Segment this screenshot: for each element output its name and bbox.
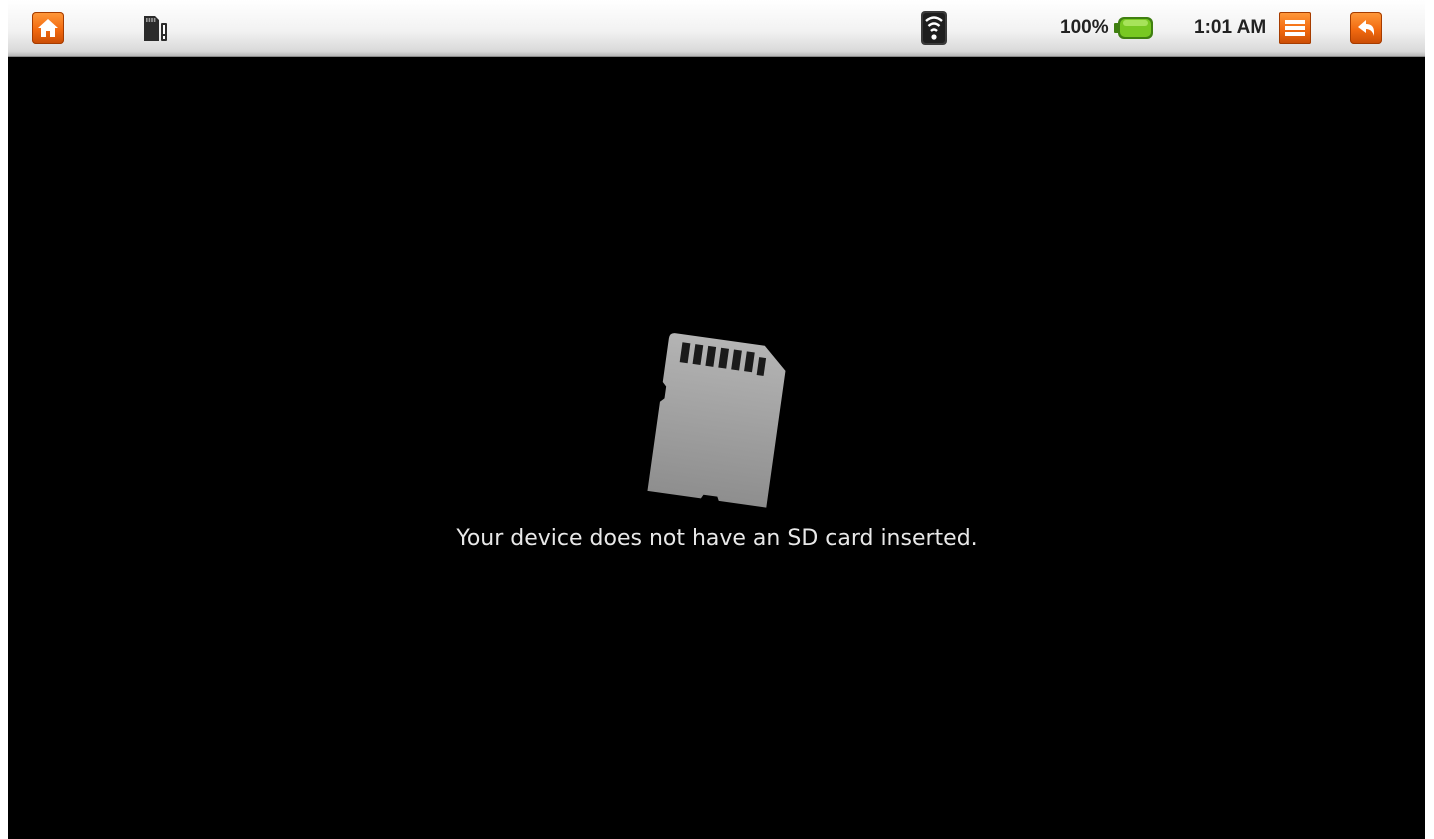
home-button[interactable] [32, 0, 64, 56]
back-button[interactable] [1350, 0, 1382, 56]
sd-card-icon [647, 333, 786, 508]
clock: 1:01 AM [1194, 0, 1266, 56]
menu-icon [1279, 12, 1311, 44]
status-bar: 100% 1:01 AM [8, 0, 1425, 57]
sd-card-alert-notification[interactable] [138, 0, 170, 56]
clock-time: 1:01 AM [1194, 17, 1267, 38]
sd-card-alert-icon [144, 16, 167, 41]
battery-status: 100% [1060, 0, 1154, 56]
wifi-icon [921, 11, 947, 45]
home-icon [32, 12, 64, 44]
battery-percent: 100% [1060, 17, 1109, 38]
no-sd-card-message: Your device does not have an SD card ins… [456, 526, 978, 551]
wifi-status [920, 0, 948, 56]
back-icon [1350, 12, 1382, 44]
device-frame: 100% 1:01 AM Your device does not have a… [0, 0, 1434, 839]
menu-button[interactable] [1279, 0, 1311, 56]
battery-icon [1113, 17, 1153, 39]
